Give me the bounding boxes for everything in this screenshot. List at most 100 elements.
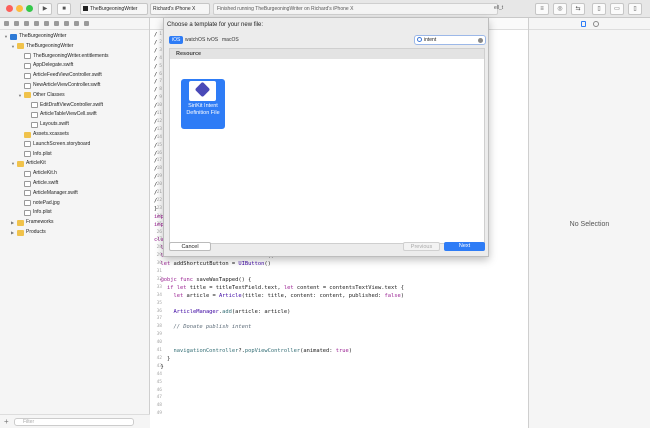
- project-navigator: ▼ TheBurgeoningWriter ▼ TheBurgeoningWriter…: [0, 18, 150, 428]
- navigator-item[interactable]: Assets.xcassets: [0, 130, 150, 139]
- navigator-item-label: Other Classes: [33, 91, 65, 98]
- navigator-item-label: TheBurgeoningWriter.entitlements: [33, 52, 109, 59]
- window-toolbar: ▶ ■ TheBurgeoningWriter Richard's iPhone…: [0, 0, 650, 18]
- navigator-item[interactable]: TheBurgeoningWriter.entitlements: [0, 52, 150, 61]
- navigator-item[interactable]: ▼ TheBurgeoningWriter: [0, 32, 150, 41]
- source-control-icon[interactable]: [14, 21, 19, 26]
- symbol-icon[interactable]: [24, 21, 29, 26]
- platform-tab-macos[interactable]: macOS: [219, 36, 242, 44]
- navigator-item-label: Frameworks: [26, 219, 54, 226]
- folder-icon[interactable]: [4, 21, 9, 26]
- disclosure-icon[interactable]: ▼: [18, 91, 22, 100]
- assistant-editor-button[interactable]: ◎: [553, 3, 567, 15]
- navigator-filter-input[interactable]: Filter: [14, 418, 134, 426]
- navigator-item[interactable]: NewArticleViewController.swift: [0, 81, 150, 90]
- disclosure-icon[interactable]: ▶: [11, 218, 14, 227]
- previous-button[interactable]: Previous: [403, 242, 440, 251]
- file-icon: [24, 209, 31, 216]
- code-line: /: [154, 103, 158, 110]
- navigator-item[interactable]: ▶ Frameworks: [0, 218, 150, 227]
- navigator-item-label: ArticleManager.swift: [33, 189, 78, 196]
- disclosure-icon[interactable]: ▶: [11, 228, 14, 237]
- file-icon: [31, 121, 38, 128]
- navigator-item-label: ArticleFeedViewController.swift: [33, 72, 102, 79]
- navigator-item-label: TheBurgeoningWriter: [26, 42, 74, 49]
- new-file-template-sheet: Choose a template for your new file: iOS…: [163, 18, 489, 257]
- navigator-item-label: Info.plist: [33, 209, 52, 216]
- file-icon: [24, 72, 31, 79]
- code-line: /: [154, 63, 158, 70]
- section-header: Resource: [170, 49, 484, 59]
- toggle-debug-button[interactable]: ▭: [610, 3, 624, 15]
- warning-icon[interactable]: [44, 21, 49, 26]
- navigator-item-label: Products: [26, 229, 46, 235]
- navigator-item[interactable]: ▼ TheBurgeoningWriter: [0, 42, 150, 51]
- minimize-window-button[interactable]: [16, 5, 23, 12]
- disclosure-icon[interactable]: ▼: [4, 32, 8, 41]
- navigator-item[interactable]: ArticleTableViewCell.swift: [0, 110, 150, 119]
- navigator-item[interactable]: EditDraftViewController.swift: [0, 101, 150, 110]
- file-icon: [24, 62, 31, 69]
- template-tile[interactable]: SiriKit Intent Definition File: [181, 79, 225, 129]
- navigator-item[interactable]: ArticleFeedViewController.swift: [0, 71, 150, 80]
- file-inspector-icon[interactable]: [581, 21, 586, 27]
- navigator-item[interactable]: ▶ Products: [0, 228, 150, 237]
- code-line: /: [154, 111, 158, 117]
- folder-icon: [24, 131, 31, 138]
- folder-icon: [17, 160, 24, 167]
- version-editor-button[interactable]: ⇆: [571, 3, 585, 15]
- navigator-item-label: Layouts.swift: [40, 121, 69, 128]
- navigator-item[interactable]: Article.swift: [0, 179, 150, 188]
- code-line: /: [154, 142, 158, 149]
- search-icon[interactable]: [34, 21, 39, 26]
- code-line: /: [154, 126, 158, 133]
- standard-editor-button[interactable]: ≡: [535, 3, 549, 15]
- navigator-item[interactable]: Info.plist: [0, 150, 150, 159]
- code-line: /: [154, 32, 158, 38]
- code-line: if let title = titleTextField.text, let …: [166, 284, 404, 291]
- navigator-item[interactable]: ▼ Other Classes: [0, 91, 150, 100]
- scheme-label: TheBurgeoningWriter: [90, 6, 138, 12]
- navigator-item[interactable]: notePad.jpg: [0, 199, 150, 208]
- device-selector[interactable]: Richard's iPhone X: [150, 3, 210, 15]
- toggle-navigator-button[interactable]: ▯: [592, 3, 606, 15]
- close-window-button[interactable]: [6, 5, 13, 12]
- code-line: /: [154, 174, 158, 181]
- code-line: /: [154, 95, 158, 102]
- navigator-item[interactable]: AppDelegate.swift: [0, 61, 150, 70]
- code-line: /: [154, 150, 158, 157]
- help-inspector-icon[interactable]: [593, 21, 599, 27]
- navigator-item[interactable]: Layouts.swift: [0, 120, 150, 129]
- add-file-icon[interactable]: +: [4, 417, 9, 426]
- disclosure-icon[interactable]: ▼: [11, 42, 15, 51]
- navigator-item[interactable]: ArticleKit.h: [0, 169, 150, 178]
- debug-icon[interactable]: [64, 21, 69, 26]
- scheme-selector[interactable]: TheBurgeoningWriter: [80, 3, 148, 15]
- code-line: /: [154, 118, 158, 125]
- code-line: @objc func saveWasTapped() {: [160, 276, 252, 283]
- zoom-window-button[interactable]: [26, 5, 33, 12]
- navigator-item[interactable]: LaunchScreen.storyboard: [0, 140, 150, 149]
- navigator-item[interactable]: ▼ ArticleKit: [0, 159, 150, 168]
- test-icon[interactable]: [54, 21, 59, 26]
- utilities-inspector: No Selection: [529, 18, 650, 428]
- report-icon[interactable]: [84, 21, 89, 26]
- stop-button[interactable]: ■: [57, 3, 71, 15]
- navigator-item-label: LaunchScreen.storyboard: [33, 140, 91, 147]
- run-button[interactable]: ▶: [38, 3, 52, 15]
- file-icon: [24, 141, 31, 148]
- intent-definition-file-icon: [189, 81, 216, 101]
- code-line: }: [154, 205, 158, 212]
- navigator-item[interactable]: Info.plist: [0, 208, 150, 217]
- next-button[interactable]: Next: [444, 242, 485, 251]
- navigator-item[interactable]: ArticleManager.swift: [0, 189, 150, 198]
- breakpoint-icon[interactable]: [74, 21, 79, 26]
- file-icon: [24, 200, 31, 207]
- code-line: }: [154, 355, 171, 362]
- cancel-button[interactable]: Cancel: [169, 242, 211, 251]
- file-icon: [24, 190, 31, 197]
- template-search-field[interactable]: intent: [414, 35, 486, 45]
- disclosure-icon[interactable]: ▼: [11, 159, 15, 168]
- toggle-inspector-button[interactable]: ▯: [628, 3, 642, 15]
- clear-search-icon[interactable]: [478, 37, 483, 43]
